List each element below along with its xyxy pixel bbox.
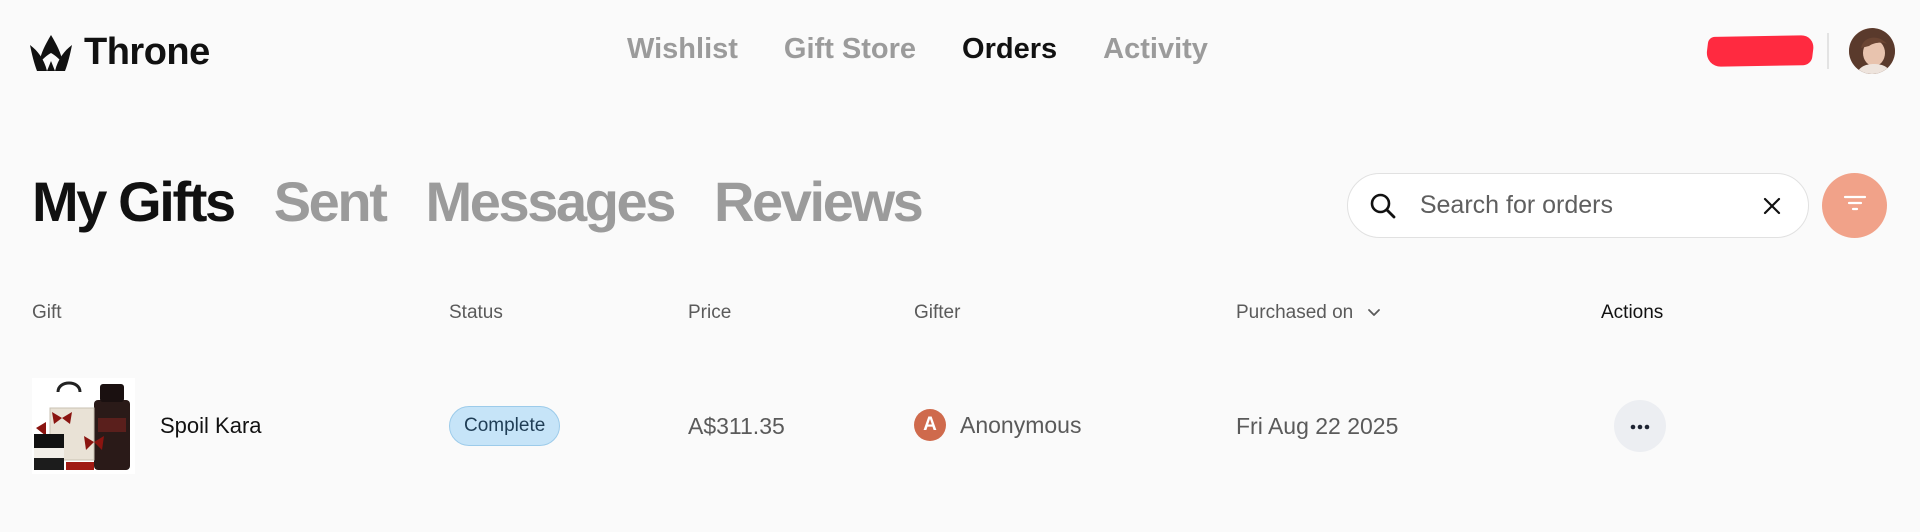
search-icon (1368, 191, 1398, 221)
column-header-purchased-on[interactable]: Purchased on (1236, 302, 1381, 324)
filter-icon (1843, 194, 1867, 217)
price-value: A$311.35 (688, 413, 785, 439)
header-divider (1827, 33, 1829, 69)
more-horizontal-icon (1630, 417, 1650, 435)
user-area (1705, 28, 1895, 74)
table-row[interactable]: Spoil Kara Complete A$311.35 A Anonymous… (0, 370, 1920, 482)
column-header-gift: Gift (32, 302, 62, 323)
tab-my-gifts[interactable]: My Gifts (32, 170, 236, 234)
tab-reviews[interactable]: Reviews (714, 170, 924, 234)
status-badge: Complete (449, 406, 561, 446)
nav-item-wishlist[interactable]: Wishlist (627, 33, 738, 66)
row-actions-button[interactable] (1614, 400, 1666, 452)
redacted-username (1705, 35, 1815, 67)
gifter-cell: A Anonymous (914, 409, 1081, 441)
column-header-gifter: Gifter (914, 302, 961, 323)
gift-name[interactable]: Spoil Kara (160, 413, 262, 439)
nav-item-gift-store[interactable]: Gift Store (784, 33, 916, 66)
main-nav: Wishlist Gift Store Orders Activity (627, 33, 1208, 66)
nav-item-activity[interactable]: Activity (1103, 33, 1208, 66)
gift-thumbnail (32, 378, 135, 474)
orders-tabs: My Gifts Sent Messages Reviews (32, 170, 924, 234)
nav-item-orders[interactable]: Orders (962, 33, 1057, 66)
purchased-on-label: Purchased on (1236, 302, 1354, 323)
column-header-actions: Actions (1601, 302, 1664, 323)
close-icon[interactable] (1758, 192, 1786, 220)
orders-page: Throne Wishlist Gift Store Orders Activi… (0, 0, 1920, 532)
tab-messages[interactable]: Messages (425, 170, 676, 234)
chevron-down-icon (1367, 302, 1381, 324)
brand-logo[interactable]: Throne (28, 31, 210, 74)
gifter-avatar: A (914, 409, 946, 441)
top-navigation: Throne Wishlist Gift Store Orders Activi… (0, 0, 1920, 104)
filter-button[interactable] (1822, 173, 1887, 238)
gifter-name: Anonymous (960, 411, 1082, 438)
brand-name: Throne (84, 31, 210, 73)
column-header-status: Status (449, 302, 503, 323)
order-search-box (1347, 173, 1809, 238)
column-header-price: Price (688, 302, 732, 323)
tab-sent[interactable]: Sent (274, 170, 388, 234)
crown-logo-icon (28, 33, 74, 73)
purchased-date: Fri Aug 22 2025 (1236, 413, 1399, 439)
search-input[interactable] (1419, 191, 1759, 220)
user-avatar[interactable] (1849, 28, 1895, 74)
